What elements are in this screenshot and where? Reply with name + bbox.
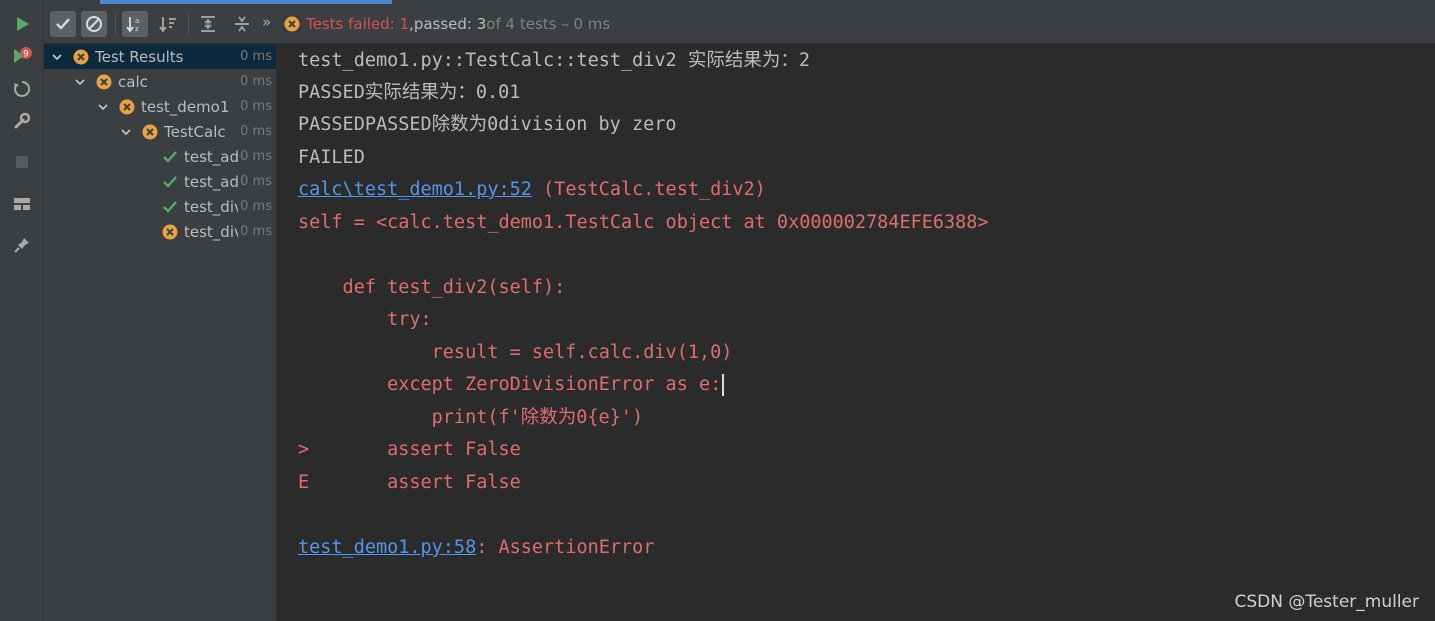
tree-row[interactable]: Test Results 0 ms bbox=[44, 44, 276, 69]
show-passed-button[interactable] bbox=[50, 11, 76, 37]
show-ignored-button[interactable] bbox=[81, 11, 107, 37]
svg-text:a: a bbox=[135, 17, 139, 25]
failed-test-icon bbox=[119, 99, 135, 115]
collapse-all-icon bbox=[235, 16, 249, 32]
console-line: FAILED bbox=[298, 147, 365, 168]
rerun-failed-icon[interactable]: 9 bbox=[12, 46, 32, 66]
tree-row-label: test_div bbox=[184, 222, 238, 241]
console-line: def test_div2(self): bbox=[298, 277, 566, 298]
tree-row[interactable]: test_add0 ms bbox=[44, 169, 276, 194]
sort-alphabetically-button[interactable]: az bbox=[122, 11, 148, 37]
tree-row[interactable]: test_demo1 0 ms bbox=[44, 94, 276, 119]
tree-row-label: test_demo1 bbox=[141, 97, 230, 116]
toggle-auto-test-icon[interactable] bbox=[12, 79, 32, 99]
tree-row-duration: 0 ms bbox=[240, 224, 272, 239]
failed-test-icon bbox=[73, 49, 89, 65]
tree-row-label: test_add bbox=[184, 172, 238, 191]
tree-row-label: test_div bbox=[184, 197, 238, 216]
check-icon bbox=[56, 18, 70, 30]
wrench-icon[interactable] bbox=[12, 111, 32, 131]
watermark: CSDN @Tester_muller bbox=[1234, 592, 1419, 612]
console-line-rest: : AssertionError bbox=[476, 537, 655, 558]
test-runner-toolbar: az » Tests failed: 1, passed: 3 of 4 tes… bbox=[44, 0, 1435, 44]
tree-row[interactable]: test_div 0 ms bbox=[44, 194, 276, 219]
console-line: test_demo1.py:58: AssertionError bbox=[298, 533, 654, 563]
tree-row-label: Test Results bbox=[95, 47, 184, 66]
console-line: > assert False bbox=[298, 439, 521, 460]
tree-row-duration: 0 ms bbox=[240, 124, 272, 139]
tree-row[interactable]: calc 0 ms bbox=[44, 69, 276, 94]
console-line: calc\test_demo1.py:52 (TestCalc.test_div… bbox=[298, 175, 766, 205]
svg-text:z: z bbox=[135, 25, 139, 33]
chevron-down-icon[interactable] bbox=[119, 125, 133, 139]
test-status-summary: Tests failed: 1, passed: 3 of 4 tests – … bbox=[284, 15, 610, 33]
layout-icon[interactable] bbox=[12, 194, 32, 214]
test-results-tree: Test Results 0 ms calc 0 ms test_demo1 0 ms Te… bbox=[44, 44, 277, 621]
passed-check-icon bbox=[162, 199, 178, 215]
console-line: self = <calc.test_demo1.TestCalc object … bbox=[298, 212, 989, 233]
expand-all-icon bbox=[201, 16, 215, 32]
sort-by-duration-button[interactable] bbox=[155, 11, 181, 37]
tree-row-duration: 0 ms bbox=[240, 74, 272, 89]
console-line: PASSED实际结果为：0.01 bbox=[298, 82, 521, 103]
tree-row-duration: 0 ms bbox=[240, 99, 272, 114]
console-line: PASSEDPASSED除数为0division by zero bbox=[298, 114, 677, 135]
tree-row-label: test_add bbox=[184, 147, 238, 166]
ignored-icon bbox=[86, 16, 102, 32]
console-output: test_demo1.py::TestCalc::test_div2 实际结果为… bbox=[277, 44, 1435, 621]
status-passed-count: passed: 3 bbox=[413, 15, 487, 33]
collapse-all-button[interactable] bbox=[229, 11, 255, 37]
tree-row-label: calc bbox=[118, 72, 148, 91]
passed-check-icon bbox=[162, 149, 178, 165]
status-total: of 4 tests – 0 ms bbox=[486, 15, 611, 33]
expand-all-button[interactable] bbox=[195, 11, 221, 37]
stop-icon[interactable] bbox=[12, 152, 32, 172]
console-line: try: bbox=[298, 309, 432, 330]
chevron-down-icon[interactable] bbox=[50, 50, 64, 64]
left-tool-strip: 9 bbox=[0, 0, 44, 621]
tree-row-duration: 0 ms bbox=[237, 49, 272, 64]
rerun-icon[interactable] bbox=[12, 14, 32, 34]
failed-test-icon bbox=[96, 74, 112, 90]
chevron-down-icon[interactable] bbox=[96, 100, 110, 114]
more-actions-chevron[interactable]: » bbox=[262, 13, 271, 31]
source-link[interactable]: calc\test_demo1.py:52 bbox=[298, 179, 532, 200]
tree-row[interactable]: TestCalc 0 ms bbox=[44, 119, 276, 144]
console-line: except ZeroDivisionError as e: bbox=[298, 370, 725, 400]
tree-row[interactable]: test_add0 ms bbox=[44, 144, 276, 169]
tree-row-label: TestCalc bbox=[164, 122, 226, 141]
pin-icon[interactable] bbox=[12, 235, 32, 255]
text-caret bbox=[722, 374, 725, 396]
sort-alpha-icon: az bbox=[126, 17, 139, 33]
passed-check-icon bbox=[162, 174, 178, 190]
tree-row-duration: 0 ms bbox=[240, 199, 272, 214]
tree-row[interactable]: test_div 0 ms bbox=[44, 219, 276, 244]
source-link[interactable]: test_demo1.py:58 bbox=[298, 537, 476, 558]
error-circle-icon bbox=[284, 16, 300, 32]
console-line: result = self.calc.div(1,0) bbox=[298, 342, 733, 363]
failed-test-icon bbox=[142, 124, 158, 140]
tree-row-duration: 0 ms bbox=[240, 149, 272, 164]
progress-bar bbox=[100, 0, 392, 4]
console-line-text: except ZeroDivisionError as e: bbox=[298, 374, 722, 395]
tree-row-duration: 0 ms bbox=[240, 174, 272, 189]
console-line: print(f'除数为0{e}') bbox=[298, 407, 644, 428]
svg-text:9: 9 bbox=[23, 50, 29, 60]
console-line: E assert False bbox=[298, 472, 521, 493]
status-failed-count: Tests failed: 1 bbox=[306, 15, 410, 33]
console-line: test_demo1.py::TestCalc::test_div2 实际结果为… bbox=[298, 50, 810, 71]
sort-duration-icon bbox=[159, 17, 176, 33]
chevron-down-icon[interactable] bbox=[73, 75, 87, 89]
console-line-rest: (TestCalc.test_div2) bbox=[531, 179, 766, 200]
failed-test-icon bbox=[162, 224, 178, 240]
